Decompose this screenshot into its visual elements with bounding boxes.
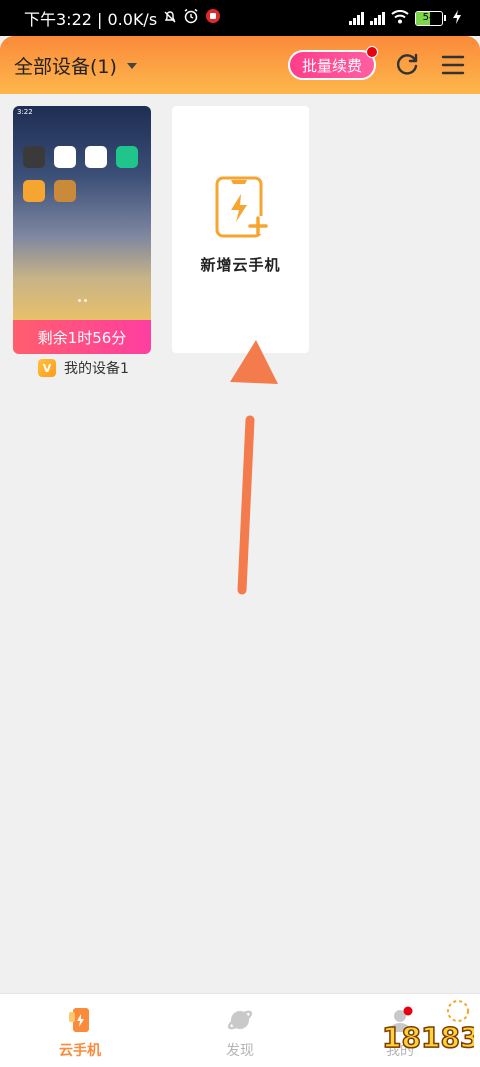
batch-renew-button[interactable]: 批量续费	[287, 46, 378, 80]
add-cloud-phone-label: 新增云手机	[200, 256, 281, 274]
status-time: 下午3:22 | 0.0K/s	[24, 10, 158, 29]
remaining-time-badge: 剩余1时56分	[13, 320, 151, 354]
nav-label: 发现	[226, 1043, 254, 1059]
game-app-icon	[54, 180, 76, 202]
app-header: 全部设备(1) 批量续费	[0, 36, 480, 94]
planet-icon	[227, 1010, 253, 1030]
signal-icon	[370, 11, 385, 25]
game-controller-icon	[23, 180, 45, 202]
browser-icon	[85, 146, 107, 168]
site-watermark-logo: 18183	[381, 1000, 474, 1055]
device-name-row: V 我的设备1	[38, 358, 129, 378]
device-name: 我的设备1	[64, 361, 129, 377]
vip-badge-icon: V	[38, 359, 56, 377]
wifi-icon	[391, 9, 409, 28]
refresh-icon	[396, 53, 418, 75]
signal-icon	[349, 11, 364, 25]
mute-icon	[163, 9, 177, 28]
charging-icon	[452, 9, 462, 28]
device-card[interactable]: 3:22 剩余1时56分	[13, 106, 151, 354]
device-screen-apps	[23, 146, 143, 202]
page-title: 全部设备(1)	[14, 55, 117, 78]
annotation-arrow	[230, 340, 278, 595]
device-filter-dropdown[interactable]: 全部设备(1)	[14, 52, 137, 79]
nav-discover[interactable]: 发现	[160, 994, 320, 1067]
nav-label: 云手机	[59, 1043, 101, 1059]
page-indicator	[13, 299, 151, 302]
system-apps-folder-icon	[23, 146, 45, 168]
chevron-down-icon	[126, 63, 137, 69]
batch-renew-label: 批量续费	[301, 56, 362, 75]
battery-level: 54	[422, 11, 436, 23]
cloud-phone-icon	[69, 1008, 89, 1032]
hamburger-menu-icon	[441, 55, 465, 75]
nav-cloud-phone[interactable]: 云手机	[0, 994, 160, 1067]
menu-button[interactable]	[438, 50, 468, 80]
notification-dot	[366, 46, 378, 58]
device-screen-status: 3:22	[13, 106, 151, 118]
refresh-button[interactable]	[392, 50, 422, 80]
add-cloud-phone-card[interactable]: 新增云手机	[172, 106, 309, 353]
add-phone-icon	[213, 176, 269, 244]
status-bar: 下午3:22 | 0.0K/s 54	[0, 0, 480, 36]
battery-icon: 54	[415, 10, 446, 26]
app-store-icon	[116, 146, 138, 168]
remaining-time: 剩余1时56分	[37, 328, 127, 347]
alarm-icon	[183, 8, 199, 28]
file-manager-icon	[54, 146, 76, 168]
device-screen-time: 3:22	[17, 108, 33, 116]
watermark-text: 18183	[382, 1021, 474, 1054]
app-notification-icon	[205, 8, 221, 28]
